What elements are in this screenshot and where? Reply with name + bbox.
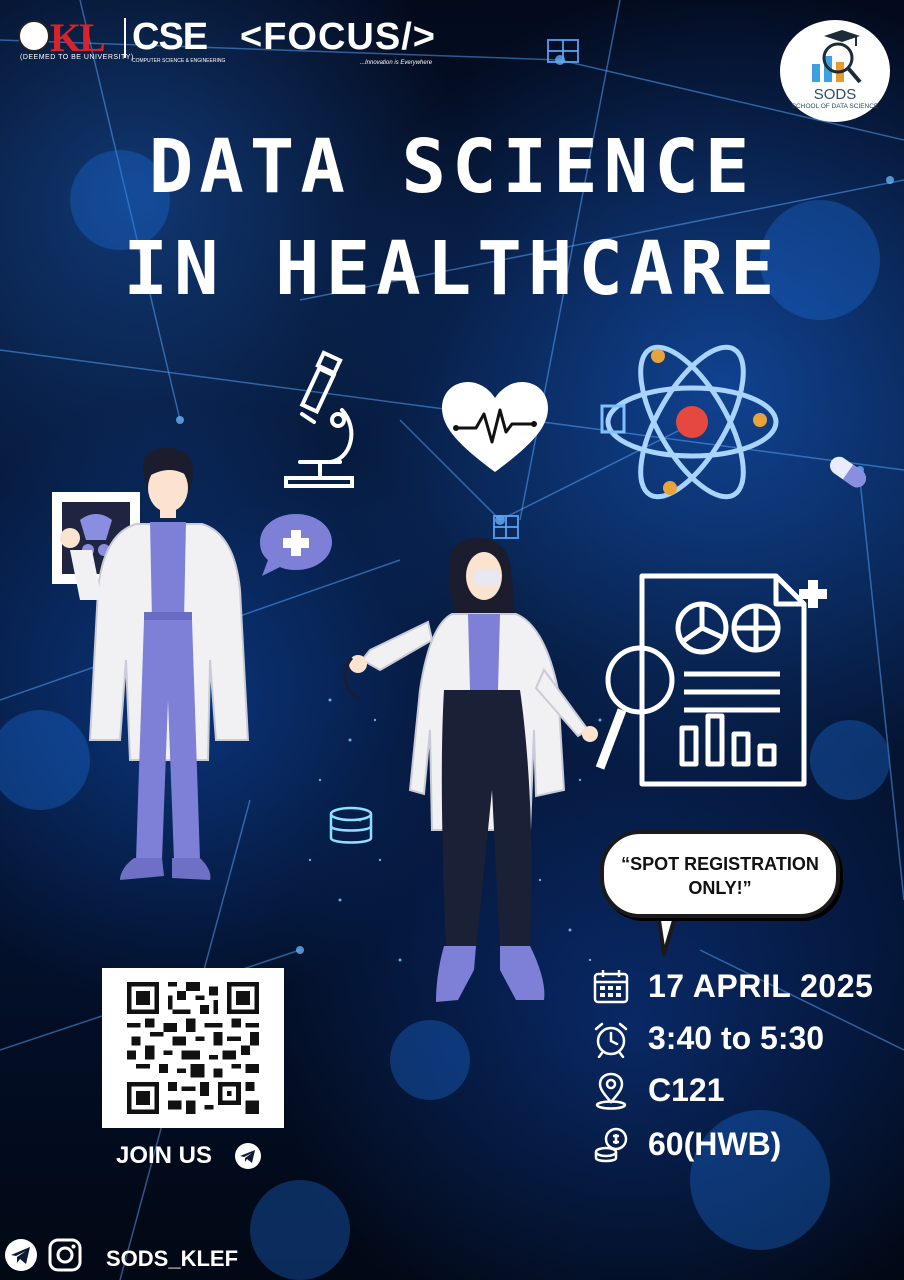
- heartbeat-icon: [442, 382, 548, 472]
- cse-logo: CSE COMPUTER SCIENCE & ENGINEERING: [132, 12, 232, 64]
- join-us-link[interactable]: JOIN US: [116, 1138, 296, 1174]
- registration-qr-code[interactable]: [102, 968, 284, 1128]
- event-venue-row: C121: [592, 1068, 892, 1114]
- cse-logo-subtext: COMPUTER SCIENCE & ENGINEERING: [132, 58, 226, 64]
- calendar-icon: [593, 970, 629, 1004]
- event-date-row: 17 APRIL 2025: [592, 964, 892, 1010]
- event-time-row: 3:40 to 5:30: [592, 1016, 892, 1062]
- event-venue-text: C121: [648, 1072, 725, 1108]
- kl-seal-icon: [18, 20, 50, 52]
- logo-divider: [124, 18, 126, 58]
- telegram-icon: [235, 1143, 261, 1169]
- spot-registration-bubble: “SPOT REGISTRATION ONLY!”: [600, 830, 840, 918]
- instagram-icon[interactable]: [48, 1238, 82, 1272]
- data-cylinder-icon: [329, 806, 373, 844]
- atom-icon: [600, 344, 779, 500]
- event-date-text: 17 APRIL 2025: [648, 968, 874, 1004]
- focus-logo-text: <FOCUS/>: [240, 16, 436, 58]
- qr-code-image[interactable]: [124, 982, 262, 1114]
- focus-logo: <FOCUS/> ...Innovation is Everywhere: [240, 14, 450, 70]
- social-handle[interactable]: SODS_KLEF: [106, 1246, 238, 1272]
- event-poster: KL (DEEMED TO BE UNIVERSITY) CSE COMPUTE…: [0, 0, 904, 1280]
- alarm-clock-icon: [594, 1022, 628, 1058]
- microscope-icon: [284, 350, 354, 488]
- cse-logo-text: CSE: [132, 16, 208, 58]
- title-line-1: DATA SCIENCE: [148, 124, 756, 210]
- event-title: DATA SCIENCE IN HEALTHCARE: [0, 130, 904, 306]
- event-time-text: 3:40 to 5:30: [648, 1020, 825, 1056]
- medical-report-icon: [595, 573, 827, 787]
- pill-icon: [829, 456, 867, 488]
- kl-university-logo: KL (DEEMED TO BE UNIVERSITY): [18, 15, 133, 64]
- telegram-icon[interactable]: [4, 1238, 38, 1272]
- join-us-label: JOIN US: [116, 1142, 213, 1169]
- location-pin-icon: [595, 1072, 627, 1110]
- kl-logo-subtext: (DEEMED TO BE UNIVERSITY): [20, 54, 134, 61]
- sods-logo: SODS SCHOOL OF DATA SCIENCE: [780, 20, 890, 122]
- title-line-2: IN HEALTHCARE: [123, 226, 781, 312]
- sods-chart-icon: [812, 30, 862, 84]
- bubble-line-1: “SPOT REGISTRATION: [621, 854, 819, 874]
- sods-logo-text: SODS: [813, 86, 857, 103]
- female-doctor-illustration: [344, 537, 598, 1002]
- event-fee-row: 60(HWB): [592, 1122, 892, 1168]
- male-doctor-illustration: [52, 447, 250, 880]
- event-fee-text: 60(HWB): [648, 1126, 782, 1162]
- bubble-line-2: ONLY!”: [688, 878, 752, 898]
- coins-icon: [594, 1127, 628, 1163]
- focus-tagline: ...Innovation is Everywhere: [360, 60, 433, 66]
- sods-logo-subtext: SCHOOL OF DATA SCIENCE: [791, 103, 879, 110]
- spot-registration-text: “SPOT REGISTRATION ONLY!”: [604, 852, 836, 900]
